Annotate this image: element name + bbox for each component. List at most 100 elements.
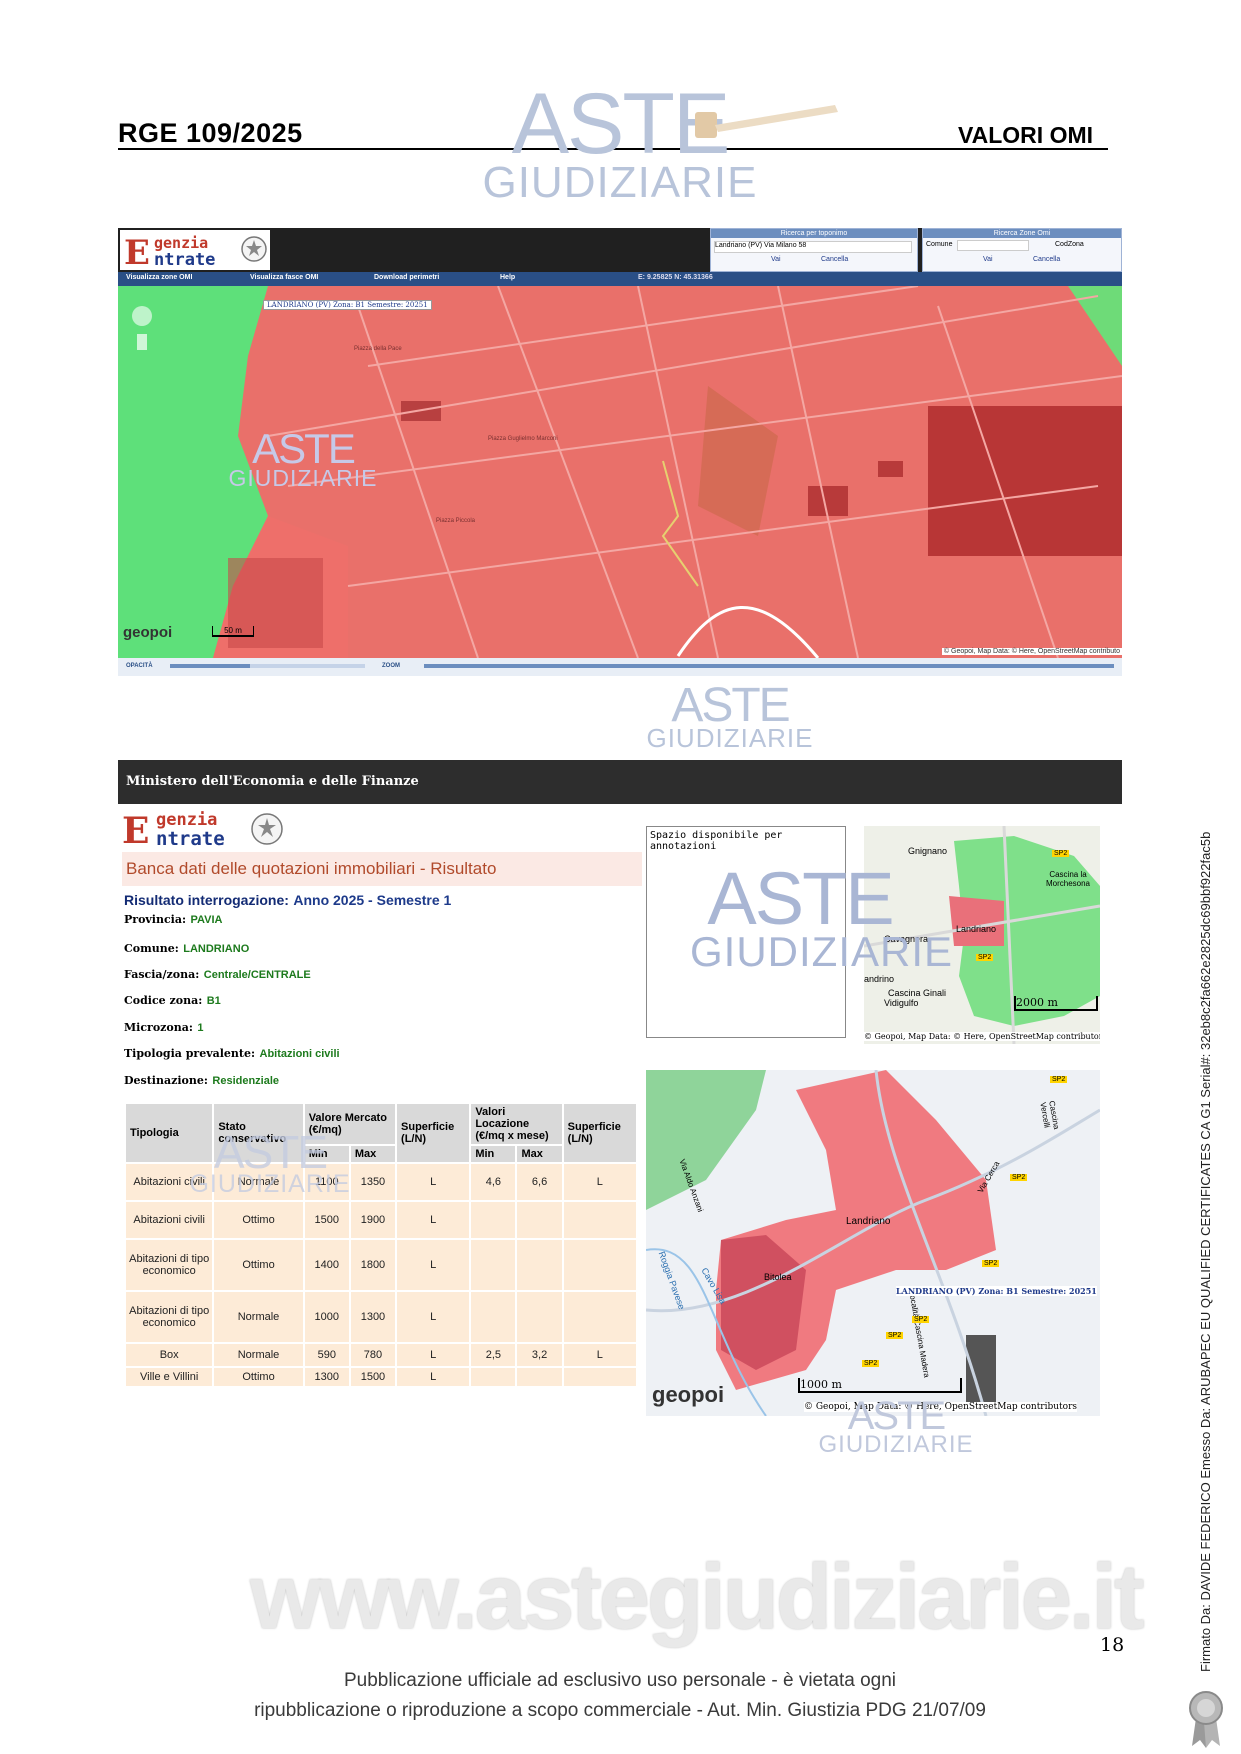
- place-label: andrino: [864, 974, 895, 984]
- place-label: Cascina la Morchesona: [1045, 870, 1091, 888]
- field-tipologia-prevalente: Tipologia prevalente: Abitazioni civili: [124, 1044, 340, 1062]
- cell-loc-min: [471, 1292, 516, 1342]
- result-heading: Risultato interrogazione: Anno 2025 - Se…: [124, 892, 451, 910]
- result-label: Risultato interrogazione:: [124, 892, 289, 908]
- menu-visualizza-fasce[interactable]: Visualizza fasce OMI: [250, 274, 318, 281]
- opacity-slider-fill: [170, 664, 250, 668]
- watermark-line2: GIUDIZIARIE: [228, 464, 378, 491]
- road-badge: SP2: [1052, 850, 1070, 857]
- cell-superficie: L: [397, 1368, 470, 1386]
- field-value: 1: [197, 1022, 204, 1034]
- cell-superficie: L: [397, 1240, 470, 1290]
- cell-loc-max: [517, 1368, 562, 1386]
- watermark-line2: GIUDIZIARIE: [189, 1170, 351, 1199]
- field-fascia: Fascia/zona: Centrale/CENTRALE: [124, 965, 311, 983]
- watermark-line2: GIUDIZIARIE: [646, 723, 814, 754]
- footer-line-2: ripubblicazione o riproduzione a scopo c…: [254, 1700, 986, 1721]
- road-badge: SP2: [976, 954, 994, 961]
- comune-input[interactable]: [957, 240, 1029, 251]
- cell-superficie-2: [563, 1368, 636, 1386]
- map-menu-bar: Visualizza zone OMI Visualizza fasce OMI…: [118, 272, 1122, 286]
- field-label: Destinazione:: [124, 1074, 208, 1087]
- pan-zoom-control[interactable]: [128, 304, 156, 352]
- agenzia-entrate-logo: E genzia ntrate: [120, 808, 290, 852]
- place-label: Cascina Ginali: [888, 988, 947, 998]
- watermark-line1: ASTE: [252, 425, 356, 472]
- place-label: Vidigulfo: [884, 998, 919, 1008]
- toponym-clear-button[interactable]: Cancella: [821, 256, 848, 263]
- cell-max: 780: [350, 1344, 396, 1366]
- agenzia-entrate-logo: E genzia ntrate: [120, 230, 270, 273]
- col-superficie: Superficie (L/N): [397, 1104, 470, 1162]
- road-badge: SP2: [982, 1260, 1000, 1267]
- zone-map[interactable]: LANDRIANO (PV) Zona: B1 Semestre: 20251 …: [118, 286, 1122, 658]
- menu-visualizza-zone[interactable]: Visualizza zone OMI: [126, 274, 192, 281]
- road-badge: SP2: [862, 1360, 880, 1367]
- logo-e-letter: E: [124, 233, 150, 273]
- street-label: Piazza Guglielmo Marconi: [488, 436, 558, 442]
- cell-loc-min: 2,5: [471, 1344, 516, 1366]
- republic-emblem-icon: [251, 813, 283, 845]
- certificate-seal-icon: [1189, 1691, 1223, 1748]
- cell-max: 1900: [350, 1202, 396, 1238]
- field-value: LANDRIANO: [183, 943, 250, 955]
- aste-watermark-map: ASTE GIUDIZIARIE: [218, 425, 388, 491]
- cell-tipologia: Abitazioni civili: [126, 1202, 213, 1238]
- cell-loc-max: [517, 1240, 562, 1290]
- zone-search-panel: Ricerca Zone Omi Comune CodZona Vai Canc…: [922, 228, 1122, 272]
- cell-superficie-2: [563, 1240, 636, 1290]
- opacity-label: OPACITÀ: [126, 663, 153, 669]
- cell-superficie: L: [397, 1164, 470, 1200]
- cell-min: 1000: [304, 1292, 349, 1342]
- field-comune: Comune: LANDRIANO: [124, 939, 249, 957]
- cell-stato: Normale: [214, 1344, 303, 1366]
- map-credit: © Geopoi, Map Data: © Here, OpenStreetMa…: [941, 648, 1122, 655]
- logo-suffix: ntrate: [156, 828, 225, 850]
- cell-superficie: L: [397, 1202, 470, 1238]
- zoom-label: ZOOM: [382, 663, 400, 669]
- cell-stato: Ottimo: [214, 1368, 303, 1386]
- field-provincia: Provincia: PAVIA: [124, 910, 223, 928]
- col-loc-min: Min: [471, 1146, 516, 1162]
- cell-loc-min: [471, 1240, 516, 1290]
- table-row: Ville e Villini Ottimo 1300 1500 L: [126, 1368, 636, 1386]
- place-label: Bitolea: [764, 1272, 792, 1282]
- zone-label: LANDRIANO (PV) Zona: B1 Semestre: 20251: [896, 1286, 1097, 1296]
- road-badge: SP2: [912, 1316, 930, 1323]
- menu-download-perimetri[interactable]: Download perimetri: [374, 274, 439, 281]
- menu-help[interactable]: Help: [500, 274, 515, 281]
- field-codice-zona: Codice zona: B1: [124, 991, 221, 1009]
- col-valori-locazione: Valori Locazione (€/mq x mese): [471, 1104, 562, 1144]
- col-loc-max: Max: [517, 1146, 562, 1162]
- ministry-banner: Ministero dell'Economia e delle Finanze: [118, 760, 1122, 804]
- cell-superficie-2: L: [563, 1344, 636, 1366]
- cell-stato: Ottimo: [214, 1240, 303, 1290]
- result-value: Anno 2025 - Semestre 1: [293, 892, 452, 908]
- cell-tipologia: Ville e Villini: [126, 1368, 213, 1386]
- cell-loc-min: [471, 1202, 516, 1238]
- toponym-input[interactable]: Landriano (PV) Via Milano 58: [714, 241, 912, 253]
- cell-stato: Normale: [214, 1292, 303, 1342]
- zone-label: LANDRIANO (PV) Zona: B1 Semestre: 20251: [263, 300, 432, 310]
- cell-min: 1400: [304, 1240, 349, 1290]
- cell-superficie-2: [563, 1292, 636, 1342]
- omi-map-screenshot: E genzia ntrate Ricerca per toponimo Lan…: [118, 228, 1122, 676]
- codzona-label: CodZona: [1055, 241, 1084, 248]
- overview-credit: © Geopoi, Map Data: © Here, OpenStreetMa…: [864, 1032, 1100, 1041]
- cell-stato: Ottimo: [214, 1202, 303, 1238]
- field-label: Microzona:: [124, 1021, 193, 1034]
- watermark-line2: GIUDIZIARIE: [482, 158, 758, 208]
- zone-clear-button[interactable]: Cancella: [1033, 256, 1060, 263]
- zoom-slider[interactable]: [424, 664, 1114, 668]
- cell-superficie: L: [397, 1344, 470, 1366]
- cell-max: 1800: [350, 1240, 396, 1290]
- aste-watermark-middle: ASTE GIUDIZIARIE: [640, 679, 820, 754]
- zone-go-button[interactable]: Vai: [983, 256, 993, 263]
- zone-detail-map[interactable]: Landriano Bitolea Via Aldo Anzani Roggia…: [646, 1070, 1100, 1416]
- overview-scale-bar: 2000 m: [1014, 996, 1098, 1011]
- road-badge: SP2: [1010, 1174, 1028, 1181]
- toponym-search-panel: Ricerca per toponimo Landriano (PV) Via …: [710, 228, 918, 272]
- street-label: Piazza della Pace: [354, 346, 402, 352]
- watermark-line1: ASTE: [671, 679, 790, 732]
- toponym-go-button[interactable]: Vai: [771, 256, 781, 263]
